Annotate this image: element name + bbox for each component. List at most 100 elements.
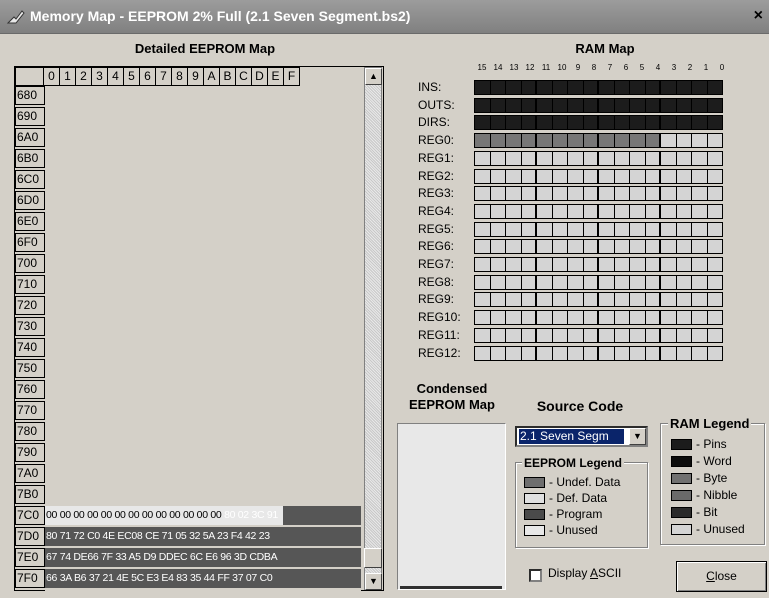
ram-register-row bbox=[474, 257, 732, 272]
ram-register-label: REG10: bbox=[418, 310, 461, 325]
ram-bit-cell bbox=[474, 274, 491, 290]
eeprom-row-header: 6F0 bbox=[15, 233, 45, 252]
legend-swatch bbox=[524, 493, 545, 505]
ram-bit-cell bbox=[582, 310, 599, 326]
ram-bit-cell bbox=[582, 292, 599, 308]
ram-bit-cell bbox=[520, 133, 537, 149]
ram-bit-cell bbox=[505, 310, 522, 326]
ram-bit-cell bbox=[505, 257, 522, 272]
ram-bit-cell bbox=[474, 345, 491, 361]
ram-register-row bbox=[474, 150, 732, 166]
ram-register-label: REG8: bbox=[418, 274, 455, 289]
ram-bit-cell bbox=[536, 221, 553, 237]
ram-bit-number: 15 bbox=[477, 63, 487, 72]
ram-bit-cell bbox=[489, 292, 506, 308]
ram-bit-cell bbox=[505, 150, 522, 166]
legend-swatch bbox=[671, 456, 692, 468]
eeprom-row-header: 7F0 bbox=[15, 569, 45, 588]
ram-bit-cell bbox=[520, 239, 537, 255]
ram-bit-cell bbox=[536, 274, 553, 290]
ram-legend-item: - Word bbox=[671, 454, 732, 468]
ram-bit-cell bbox=[567, 97, 584, 113]
legend-swatch bbox=[524, 525, 545, 537]
ram-bit-cell bbox=[613, 292, 630, 308]
eeprom-row-header: 790 bbox=[15, 443, 45, 462]
eeprom-row-header: 7A0 bbox=[15, 464, 45, 483]
ram-bit-cell bbox=[551, 168, 568, 184]
ram-bit-cell bbox=[551, 133, 568, 149]
ram-bit-cell bbox=[474, 221, 491, 237]
ram-bit-cell bbox=[551, 257, 568, 272]
ram-bit-cell bbox=[706, 310, 723, 326]
chevron-down-icon[interactable]: ▼ bbox=[629, 428, 646, 445]
ram-bit-cell bbox=[660, 80, 677, 95]
ram-bit-cell bbox=[489, 203, 506, 219]
ram-bit-cell bbox=[675, 310, 692, 326]
ram-bit-cell bbox=[644, 115, 661, 131]
ram-bit-cell bbox=[644, 274, 661, 290]
ram-bit-cell bbox=[489, 274, 506, 290]
eeprom-row-header: 700 bbox=[15, 254, 45, 273]
scroll-up-button[interactable]: ▲ bbox=[365, 68, 382, 85]
ram-bit-cell bbox=[520, 150, 537, 166]
ram-bit-cell bbox=[644, 133, 661, 149]
ram-bit-cell bbox=[489, 239, 506, 255]
scroll-thumb[interactable] bbox=[364, 548, 382, 568]
ram-bit-cell bbox=[551, 221, 568, 237]
ram-bit-cell bbox=[567, 310, 584, 326]
eeprom-row-header: 7D0 bbox=[15, 527, 45, 546]
ram-bit-cell bbox=[644, 257, 661, 272]
ram-bit-cell bbox=[505, 345, 522, 361]
ram-bit-cell bbox=[629, 239, 646, 255]
ram-register-label: REG11: bbox=[418, 327, 460, 342]
eeprom-col-header: 0 bbox=[43, 67, 60, 86]
ram-bit-number: 4 bbox=[655, 63, 661, 72]
ram-bit-cell bbox=[520, 97, 537, 113]
source-code-selected-value: 2.1 Seven Segm bbox=[519, 429, 624, 444]
eeprom-data-undefined: 00 00 00 00 00 00 00 00 00 00 00 00 00 bbox=[46, 509, 225, 521]
source-code-select[interactable]: 2.1 Seven Segm ▼ bbox=[515, 426, 648, 447]
ram-bit-cell bbox=[474, 239, 491, 255]
ram-bit-cell bbox=[629, 327, 646, 343]
ram-bit-cell bbox=[582, 274, 599, 290]
ram-bit-cell bbox=[691, 115, 708, 131]
ram-bit-cell bbox=[660, 221, 677, 237]
ram-bit-cell bbox=[691, 292, 708, 308]
ram-register-label: REG12: bbox=[418, 345, 461, 360]
display-ascii-label[interactable]: Display ASCII bbox=[548, 566, 621, 580]
ram-register-label: REG7: bbox=[418, 257, 455, 271]
legend-label: - Nibble bbox=[696, 488, 738, 502]
ram-bit-cell bbox=[706, 133, 723, 149]
ram-bit-cell bbox=[644, 168, 661, 184]
eeprom-col-header: B bbox=[219, 67, 236, 86]
ram-bit-cell bbox=[536, 327, 553, 343]
eeprom-row-header: 730 bbox=[15, 317, 45, 336]
display-ascii-checkbox[interactable] bbox=[529, 569, 542, 582]
ram-bit-cell bbox=[691, 257, 708, 272]
ram-bit-cell bbox=[598, 186, 615, 202]
ram-bit-cell bbox=[567, 186, 584, 202]
ram-register-label: REG5: bbox=[418, 221, 455, 236]
ram-bit-cell bbox=[520, 257, 537, 272]
ram-bit-cell bbox=[691, 327, 708, 343]
ram-bit-cell bbox=[551, 310, 568, 326]
ram-bit-cell bbox=[505, 221, 522, 237]
ram-bit-cell bbox=[551, 150, 568, 166]
eeprom-col-header: 8 bbox=[171, 67, 188, 86]
close-button[interactable]: Close bbox=[676, 561, 767, 592]
close-icon[interactable]: × bbox=[754, 7, 763, 25]
ram-bit-cell bbox=[675, 80, 692, 95]
ram-bit-number: 14 bbox=[493, 63, 503, 72]
ram-bit-cell bbox=[582, 345, 599, 361]
ram-bit-cell bbox=[660, 239, 677, 255]
ram-bit-cell bbox=[474, 150, 491, 166]
ram-bit-cell bbox=[567, 292, 584, 308]
legend-swatch bbox=[524, 509, 545, 521]
ram-bit-cell bbox=[489, 150, 506, 166]
scroll-down-button[interactable]: ▼ bbox=[365, 573, 382, 590]
ram-register-label: REG6: bbox=[418, 239, 455, 254]
ram-bit-cell bbox=[675, 257, 692, 272]
eeprom-scrollbar[interactable] bbox=[364, 67, 382, 590]
legend-swatch bbox=[671, 507, 692, 519]
ram-bit-cell bbox=[660, 168, 677, 184]
